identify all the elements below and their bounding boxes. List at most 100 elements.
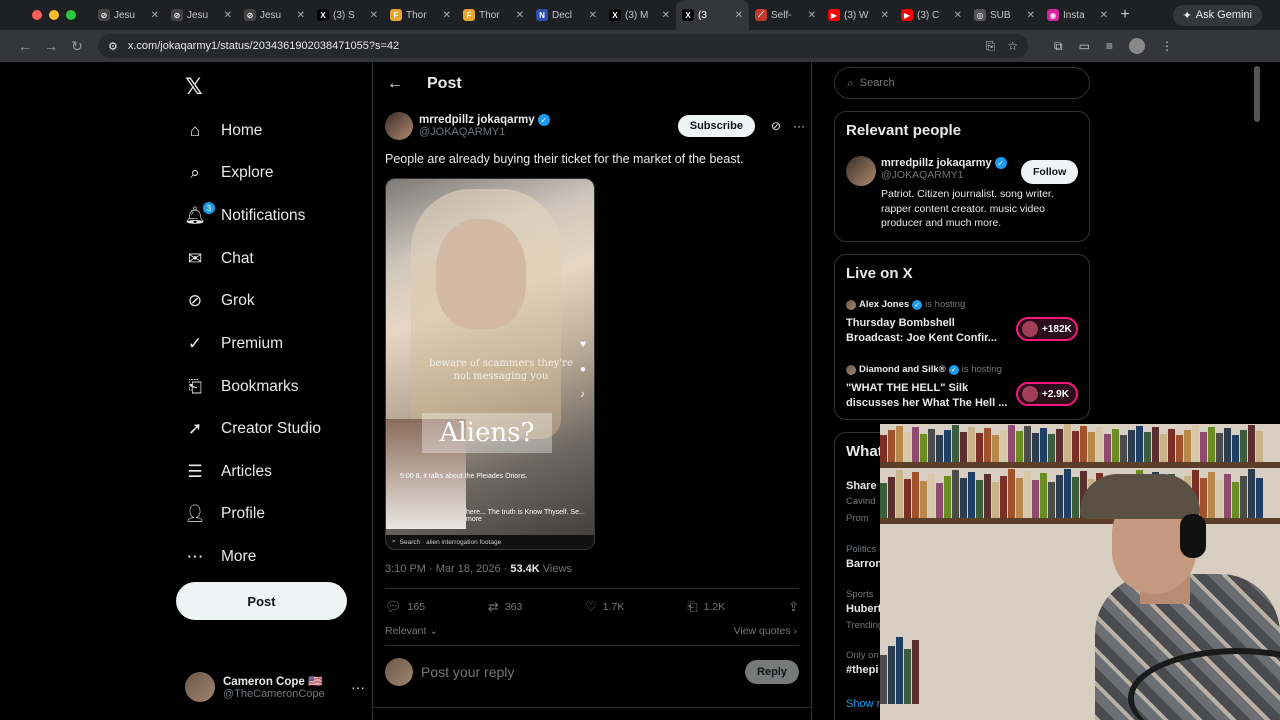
bookmark-action[interactable]: ⎗ 1.2K xyxy=(687,599,725,615)
browser-tab[interactable]: ⊘ Jesu ✕ xyxy=(238,0,311,30)
browser-tab[interactable]: F Thor ✕ xyxy=(457,0,530,30)
live-listeners-pill[interactable]: +182K xyxy=(1016,317,1078,341)
close-window-button[interactable] xyxy=(32,10,42,20)
verified-badge-icon: ✓ xyxy=(994,157,1007,169)
close-icon[interactable]: ✕ xyxy=(662,10,670,21)
back-arrow-icon[interactable]: ← xyxy=(387,75,403,93)
browser-tab[interactable]: ⊘ Jesu ✕ xyxy=(92,0,165,30)
nav-item-creator-studio[interactable]: ➚ Creator Studio xyxy=(185,415,321,443)
close-icon[interactable]: ✕ xyxy=(1027,10,1035,21)
browser-tab-label: Decl xyxy=(552,9,573,21)
author-avatar[interactable] xyxy=(385,112,413,140)
zoom-window-button[interactable] xyxy=(66,10,76,20)
ask-gemini-button[interactable]: ✦ Ask Gemini xyxy=(1172,4,1262,26)
browser-tab[interactable]: ⟋ Self- ✕ xyxy=(749,0,822,30)
book-spine xyxy=(912,472,919,518)
browser-tab[interactable]: ▶ (3) W ✕ xyxy=(822,0,895,30)
search-box[interactable]: ⌕ xyxy=(834,67,1090,99)
reply-input[interactable] xyxy=(421,664,738,680)
bookmark-star-icon[interactable]: ☆ xyxy=(1007,39,1018,54)
nav-item-notifications[interactable]: 🔔︎ 3 Notifications xyxy=(184,202,305,230)
author-name[interactable]: mrredpillz jokaqarmy xyxy=(419,114,535,126)
back-arrow-icon[interactable]: ← xyxy=(12,38,38,54)
more-dots-icon[interactable]: ··· xyxy=(351,679,365,695)
like-action[interactable]: ♡ 1.7K xyxy=(585,599,624,615)
view-quotes-link[interactable]: View quotes › xyxy=(734,625,797,637)
trend-name[interactable]: #thepi xyxy=(846,664,878,676)
post-button[interactable]: Post xyxy=(176,582,347,620)
close-icon[interactable]: ✕ xyxy=(881,10,889,21)
new-tab-icon[interactable]: + xyxy=(1114,6,1136,24)
sidebar-icon[interactable]: ▭ xyxy=(1079,39,1090,53)
browser-tab[interactable]: ◉ Insta ✕ xyxy=(1041,0,1114,30)
install-icon[interactable]: ⎘ xyxy=(986,39,996,54)
nav-item-chat[interactable]: ✉ Chat xyxy=(185,245,254,273)
close-icon[interactable]: ✕ xyxy=(589,10,597,21)
x-logo-icon[interactable]: 𝕏 xyxy=(185,74,203,100)
browser-menu-icon[interactable]: ⋮ xyxy=(1161,39,1173,53)
close-icon[interactable]: ✕ xyxy=(1100,10,1108,21)
browser-tab[interactable]: X (3) S ✕ xyxy=(311,0,384,30)
book-spine xyxy=(880,655,887,704)
book-spine xyxy=(1056,429,1063,462)
browser-tab[interactable]: X (3) M ✕ xyxy=(603,0,676,30)
nav-item-home[interactable]: ⌂ Home xyxy=(185,117,263,145)
trend-name[interactable]: Share xyxy=(846,480,877,492)
browser-tab[interactable]: N Decl ✕ xyxy=(530,0,603,30)
nav-item-premium[interactable]: ✓ Premium xyxy=(185,330,283,358)
trend-name[interactable]: Barron xyxy=(846,558,882,570)
close-icon[interactable]: ✕ xyxy=(954,10,962,21)
more-dots-icon[interactable]: ··· xyxy=(793,119,805,133)
close-icon[interactable]: ✕ xyxy=(370,10,378,21)
close-icon[interactable]: ✕ xyxy=(516,10,524,21)
browser-tab[interactable]: ◎ SUB ✕ xyxy=(968,0,1041,30)
nav-item-articles[interactable]: ☰ Articles xyxy=(185,458,271,486)
author-handle[interactable]: @JOKAQARMY1 xyxy=(419,126,550,138)
close-icon[interactable]: ✕ xyxy=(443,10,451,21)
tweet-timestamp[interactable]: 3:10 PM · Mar 18, 2026 · xyxy=(385,563,507,575)
follow-button[interactable]: Follow xyxy=(1021,160,1079,184)
reply-button[interactable]: Reply xyxy=(745,660,799,684)
forward-arrow-icon[interactable]: → xyxy=(38,38,64,54)
live-listeners-pill[interactable]: +2.9K xyxy=(1016,382,1078,406)
url-text[interactable]: x.com/jokaqarmy1/status/2034361902038471… xyxy=(128,40,399,52)
reply-sort-dropdown[interactable]: Relevant ⌄ xyxy=(385,625,438,637)
nav-item-grok[interactable]: ⊘ Grok xyxy=(185,287,255,315)
live-space-title: "WHAT THE HELL" Silk discusses her What … xyxy=(846,382,1008,409)
nav-item-profile[interactable]: 👤︎ Profile xyxy=(184,500,265,528)
search-input[interactable] xyxy=(859,77,1060,89)
browser-tab[interactable]: X (3 ✕ xyxy=(676,0,749,30)
avatar[interactable] xyxy=(846,156,876,186)
nav-item-explore[interactable]: ⌕ Explore xyxy=(185,159,273,187)
nav-item-more[interactable]: ⋯ More xyxy=(185,543,257,571)
webcam-overlay xyxy=(880,424,1280,720)
close-icon[interactable]: ✕ xyxy=(297,10,305,21)
reply-action[interactable]: 💬︎ 165 xyxy=(385,599,425,615)
close-icon[interactable]: ✕ xyxy=(735,10,743,21)
browser-tab[interactable]: ⊘ Jesu ✕ xyxy=(165,0,238,30)
nav-item-bookmarks[interactable]: ⎗ Bookmarks xyxy=(185,373,298,401)
close-icon[interactable]: ✕ xyxy=(224,10,232,21)
repost-action[interactable]: ⇄ 363 xyxy=(488,599,522,615)
browser-tab[interactable]: F Thor ✕ xyxy=(384,0,457,30)
close-icon[interactable]: ✕ xyxy=(151,10,159,21)
share-action[interactable]: ⇪ xyxy=(788,599,799,615)
live-item[interactable]: Alex Jones ✓ is hosting Thursday Bombshell… xyxy=(846,299,1080,346)
close-icon[interactable]: ✕ xyxy=(808,10,816,21)
site-info-icon[interactable]: ⚙ xyxy=(108,40,118,53)
trend-name[interactable]: Hubert xyxy=(846,603,881,615)
relevant-person-name[interactable]: mrredpillz jokaqarmy xyxy=(881,157,992,169)
extensions-icon[interactable]: ⧉ xyxy=(1054,39,1063,54)
browser-profile-avatar[interactable] xyxy=(1128,38,1145,54)
tweet-video[interactable]: beware of scammers they're not messaging… xyxy=(385,178,595,550)
live-item[interactable]: Diamond and Silk® ✓ is hosting "WHAT THE H… xyxy=(846,364,1080,411)
minimize-window-button[interactable] xyxy=(49,10,59,20)
reload-icon[interactable]: ↻ xyxy=(64,38,90,55)
browser-tab[interactable]: ▶ (3) C ✕ xyxy=(895,0,968,30)
page-scrollbar[interactable] xyxy=(1254,66,1260,122)
media-icon[interactable]: ≡ xyxy=(1106,39,1113,53)
grok-icon[interactable]: ⊘ xyxy=(771,119,781,133)
subscribe-button[interactable]: Subscribe xyxy=(677,115,755,137)
address-bar[interactable]: ⚙ x.com/jokaqarmy1/status/20343619020384… xyxy=(98,34,1028,58)
account-switcher[interactable]: Cameron Cope 🇺🇸 @TheCameronCope ··· xyxy=(185,672,365,702)
